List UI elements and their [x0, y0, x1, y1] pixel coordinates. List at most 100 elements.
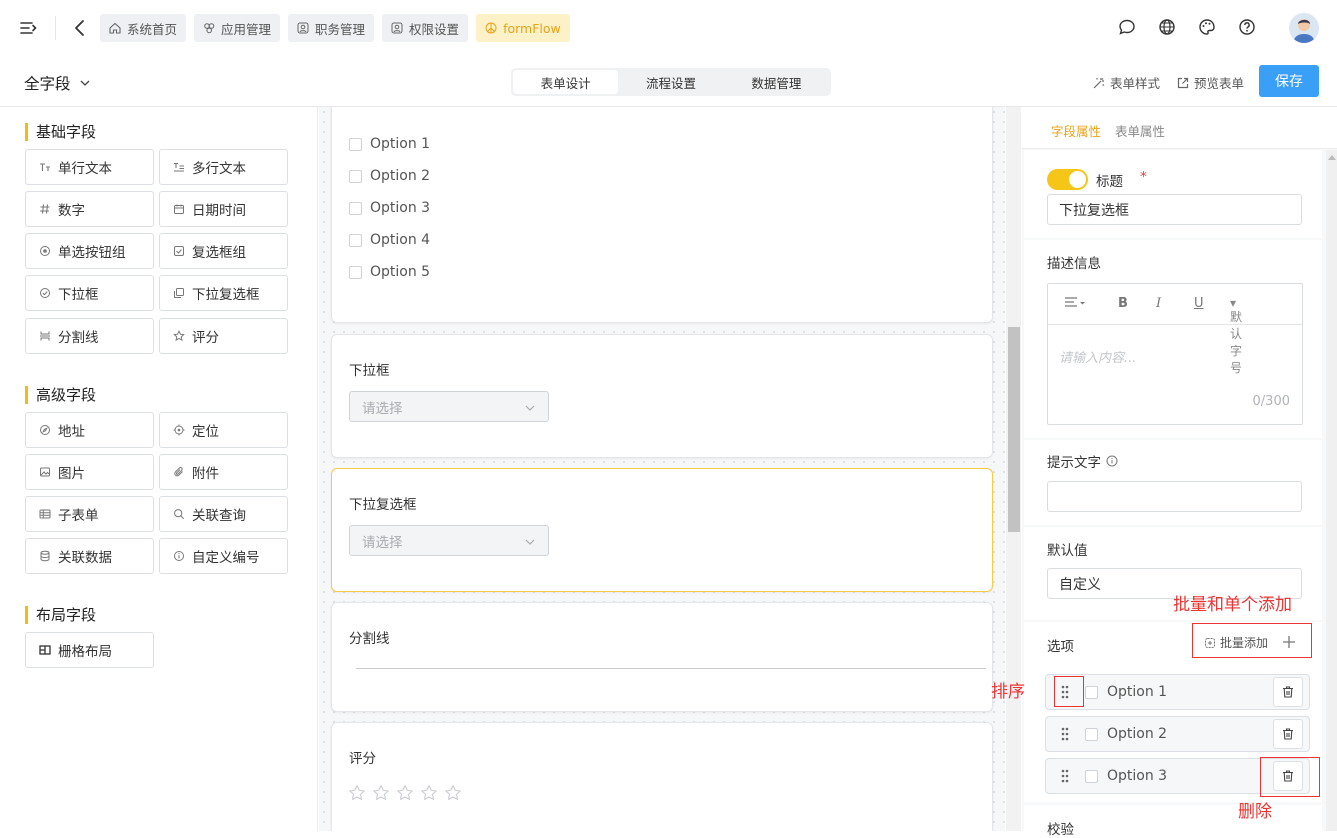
menu-collapse-icon[interactable]	[18, 18, 38, 38]
validation-section: 校验	[1024, 805, 1322, 838]
option-text[interactable]: Option 3	[1107, 768, 1167, 784]
option-default-checkbox[interactable]	[1085, 728, 1098, 741]
field-custom-number[interactable]: 自定义编号	[159, 538, 288, 574]
tab-field-properties[interactable]: 字段属性	[1051, 121, 1101, 140]
editor-toolbar: B I U 默认字号 ▾	[1048, 284, 1302, 375]
dropdown-multi-card[interactable]: 下拉复选框 请选择	[331, 468, 993, 592]
checkbox-option[interactable]: Option 1	[349, 136, 430, 152]
properties-scrollbar[interactable]	[1326, 150, 1337, 831]
message-icon[interactable]	[1117, 17, 1137, 37]
option-default-checkbox[interactable]	[1085, 686, 1098, 699]
form-style-button[interactable]: 表单样式	[1092, 73, 1160, 92]
drag-handle-icon[interactable]	[1060, 727, 1070, 741]
checkbox-option[interactable]: Option 5	[349, 264, 430, 280]
star-icon[interactable]	[396, 784, 414, 802]
field-address[interactable]: 地址	[25, 412, 154, 448]
tab-data-management[interactable]: 数据管理	[724, 70, 829, 94]
checkbox[interactable]	[349, 233, 362, 247]
checkbox-option[interactable]: Option 4	[349, 232, 430, 248]
field-grid-layout[interactable]: 栅格布局	[25, 632, 154, 668]
rating-card[interactable]: 评分	[331, 722, 993, 831]
tab-form-properties[interactable]: 表单属性	[1115, 121, 1165, 140]
option-default-checkbox[interactable]	[1085, 770, 1098, 783]
field-related-query[interactable]: 关联查询	[159, 496, 288, 532]
title-label: 标题	[1096, 174, 1123, 190]
option-text[interactable]: Option 2	[1107, 726, 1167, 742]
divider	[55, 16, 56, 40]
description-editor[interactable]: B I U 默认字号 ▾ 请输入内容... 0/300	[1047, 283, 1303, 425]
field-multi-text[interactable]: 多行文本	[159, 149, 288, 185]
underline-icon[interactable]: U	[1194, 296, 1204, 311]
dropdown-select[interactable]: 请选择	[349, 391, 549, 422]
description-label: 描述信息	[1047, 256, 1101, 272]
field-divider[interactable]: 分割线	[25, 318, 154, 354]
table-icon	[39, 508, 51, 520]
italic-icon[interactable]: I	[1156, 296, 1161, 311]
annotation-batch-add: 批量和单个添加	[1173, 595, 1292, 615]
help-icon[interactable]	[1237, 17, 1257, 37]
title-toggle[interactable]	[1047, 169, 1088, 190]
field-datetime[interactable]: 日期时间	[159, 191, 288, 227]
checkbox-option[interactable]: Option 2	[349, 168, 430, 184]
breadcrumb-item-formflow[interactable]: formFlow	[476, 14, 570, 42]
font-size-select[interactable]: 默认字号 ▾	[1230, 296, 1242, 375]
dropdown-multi-select[interactable]: 请选择	[349, 525, 549, 556]
save-button[interactable]: 保存	[1259, 65, 1319, 97]
checkbox[interactable]	[349, 169, 362, 183]
title-input[interactable]: 下拉复选框	[1047, 194, 1302, 225]
back-icon[interactable]	[70, 18, 90, 38]
field-dropdown-multi[interactable]: 下拉复选框	[159, 275, 288, 311]
breadcrumb-item-permissions[interactable]: 权限设置	[382, 14, 469, 42]
radio-icon	[39, 245, 51, 257]
star-icon[interactable]	[372, 784, 390, 802]
checkbox[interactable]	[349, 265, 362, 279]
breadcrumb-item-positions[interactable]: 职务管理	[288, 14, 375, 42]
tab-flow-settings[interactable]: 流程设置	[618, 70, 723, 94]
option-text[interactable]: Option 1	[1107, 684, 1167, 700]
align-icon[interactable]	[1064, 296, 1086, 310]
divider-card[interactable]: 分割线	[331, 602, 993, 712]
globe-icon[interactable]	[1157, 17, 1177, 37]
breadcrumb-item-apps[interactable]: 应用管理	[194, 14, 281, 42]
tab-form-design[interactable]: 表单设计	[513, 70, 619, 94]
field-single-text[interactable]: 单行文本	[25, 149, 154, 185]
divider-line	[356, 668, 986, 669]
preview-form-button[interactable]: 预览表单	[1176, 73, 1244, 92]
field-checkbox-group[interactable]: 复选框组	[159, 233, 288, 269]
field-attachment[interactable]: 附件	[159, 454, 288, 490]
canvas-scrollbar-thumb[interactable]	[1008, 327, 1020, 532]
checkbox-group-card[interactable]: Option 1 Option 2 Option 3 Option 4 Opti…	[331, 107, 993, 323]
info-icon[interactable]	[1106, 455, 1118, 467]
delete-option-button[interactable]	[1273, 677, 1303, 707]
group-title-advanced: 高级字段	[25, 386, 96, 404]
palette-icon[interactable]	[1197, 17, 1217, 37]
avatar[interactable]	[1289, 13, 1319, 43]
checkbox[interactable]	[349, 201, 362, 215]
form-title-dropdown[interactable]: 全字段	[24, 72, 91, 94]
field-rating[interactable]: 评分	[159, 318, 288, 354]
default-label: 默认值	[1047, 543, 1088, 559]
hint-input[interactable]	[1047, 481, 1302, 512]
breadcrumb-item-home[interactable]: 系统首页	[100, 14, 187, 42]
field-related-data[interactable]: 关联数据	[25, 538, 154, 574]
check-circle-icon	[39, 287, 51, 299]
field-radio-group[interactable]: 单选按钮组	[25, 233, 154, 269]
checkbox[interactable]	[349, 137, 362, 151]
bold-icon[interactable]: B	[1118, 296, 1128, 311]
star-icon[interactable]	[348, 784, 366, 802]
field-image[interactable]: 图片	[25, 454, 154, 490]
scroll-up-icon[interactable]	[1328, 154, 1336, 160]
user-card-icon	[390, 21, 404, 35]
field-dropdown[interactable]: 下拉框	[25, 275, 154, 311]
delete-option-button[interactable]	[1273, 719, 1303, 749]
rating-stars[interactable]	[348, 784, 462, 802]
drag-handle-icon[interactable]	[1060, 769, 1070, 783]
star-icon[interactable]	[420, 784, 438, 802]
checkbox-option[interactable]: Option 3	[349, 200, 430, 216]
dropdown-card[interactable]: 下拉框 请选择	[331, 334, 993, 458]
field-number[interactable]: 数字	[25, 191, 154, 227]
star-icon[interactable]	[444, 784, 462, 802]
field-subform[interactable]: 子表单	[25, 496, 154, 532]
field-location[interactable]: 定位	[159, 412, 288, 448]
annotation-sort: 排序	[991, 682, 1025, 702]
